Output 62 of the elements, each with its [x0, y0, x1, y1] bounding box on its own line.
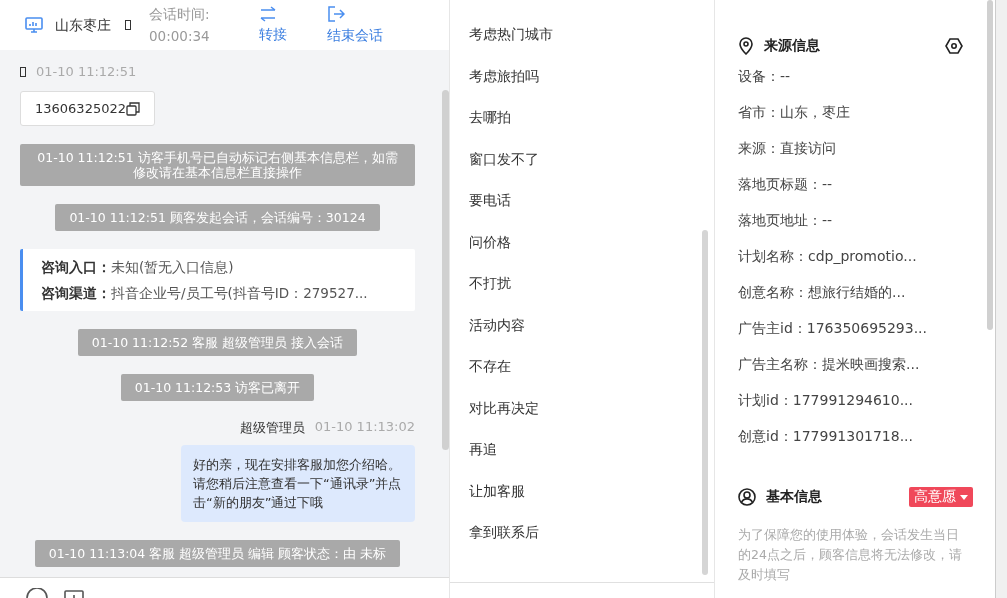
- sender-name: 超级管理员: [239, 419, 305, 437]
- system-message: 01-10 11:12:51 访客手机号已自动标记右侧基本信息栏，如需修改请在基本信息栏直接操作: [20, 144, 415, 186]
- source-info-row-text: 落地页地址：--: [738, 211, 834, 230]
- notice-text: 为了保障您的使用体验，会话发生当日的24点之后，顾客信息将无法修改，请及时填写: [738, 526, 963, 584]
- quick-reply-item[interactable]: 对比再决定: [450, 387, 714, 429]
- session-time: 00:00:34: [149, 27, 211, 46]
- info-label: 咨询入口：: [41, 259, 111, 275]
- source-info-row-text: 计划id：177991294610...: [738, 391, 914, 410]
- scrollbar[interactable]: [442, 90, 449, 450]
- phone-number: 13606325022: [35, 101, 126, 116]
- info-value: 未知(暂无入口信息): [111, 259, 234, 275]
- section-title: 来源信息: [764, 37, 820, 55]
- scrollbar[interactable]: [987, 0, 993, 330]
- quick-reply-item[interactable]: 活动内容: [450, 304, 714, 346]
- scrollbar[interactable]: [702, 230, 708, 575]
- quick-reply-item[interactable]: 要电话: [450, 180, 714, 222]
- agent-message: 好的亲，现在安排客服加您介绍哈。请您稍后注意查看一下“通讯录”并点击“新的朋友”通过下哦: [181, 445, 415, 522]
- quick-reply-item[interactable]: 不打扰: [450, 263, 714, 305]
- device-icon: [125, 20, 131, 30]
- system-message: 01-10 11:12:53 访客已离开: [120, 374, 315, 401]
- quick-reply-item[interactable]: 去哪拍: [450, 97, 714, 139]
- intent-tag-dropdown[interactable]: 高意愿: [909, 487, 973, 507]
- source-info-row-text: 落地页标题：--: [738, 175, 834, 194]
- caret-icon: [960, 494, 968, 500]
- monitor-icon: [25, 17, 43, 33]
- message-time: 01-10 11:13:02: [314, 419, 415, 436]
- source-info-row-text: 创意名称：想旅行结婚的...: [738, 283, 907, 302]
- source-info-row-text: 设备：--: [738, 67, 792, 86]
- end-session-button[interactable]: 结束会话: [327, 5, 383, 45]
- quick-reply-item[interactable]: 考虑热门城市: [450, 14, 714, 56]
- session-time-label: 会话时间:: [149, 5, 211, 24]
- info-value: 抖音企业号/员工号(抖音号ID：279527...: [111, 285, 368, 301]
- quick-reply-item[interactable]: 窗口发不了: [450, 138, 714, 180]
- exit-icon: [327, 5, 345, 23]
- info-label: 咨询渠道：: [41, 285, 111, 301]
- visitor-location: 山东枣庄: [55, 16, 112, 35]
- location-pin-icon: [738, 37, 754, 55]
- message-time: 01-10 11:12:51: [36, 64, 137, 79]
- copy-icon[interactable]: [126, 101, 140, 116]
- quick-reply-item[interactable]: 再追: [450, 429, 714, 471]
- quick-reply-item[interactable]: 考虑旅拍吗: [450, 55, 714, 97]
- system-message: 01-10 11:13:04 客服 超级管理员 编辑 顾客状态：由 未标: [34, 540, 401, 567]
- system-message: 01-10 11:12:52 客服 超级管理员 接入会话: [77, 329, 358, 356]
- quick-reply-item[interactable]: 让加客服: [450, 470, 714, 512]
- source-info-row-text: 省市：山东，枣庄: [738, 103, 851, 122]
- image-icon[interactable]: [64, 590, 84, 598]
- source-info-row-text: 创意id：177991301718...: [738, 427, 914, 446]
- emoji-icon[interactable]: [26, 588, 48, 598]
- source-info-row-text: 广告主名称：提米映画搜索...: [738, 355, 921, 374]
- user-icon: [738, 488, 756, 506]
- section-title: 基本信息: [766, 488, 822, 506]
- quick-reply-item[interactable]: 不存在: [450, 346, 714, 388]
- visitor-icon: [20, 66, 26, 77]
- settings-icon[interactable]: [945, 37, 963, 55]
- swap-arrows-icon: [259, 6, 277, 22]
- source-info-row-text: 计划名称：cdp_promotio...: [738, 247, 918, 266]
- transfer-button[interactable]: 转接: [259, 6, 287, 44]
- quick-reply-item[interactable]: 问价格: [450, 221, 714, 263]
- system-message: 01-10 11:12:51 顾客发起会话，会话编号：30124: [55, 204, 380, 231]
- source-info-row-text: 广告主id：176350695293...: [738, 319, 928, 338]
- source-info-row-text: 来源：直接访问: [738, 139, 837, 158]
- quick-reply-item[interactable]: 拿到联系后: [450, 512, 714, 554]
